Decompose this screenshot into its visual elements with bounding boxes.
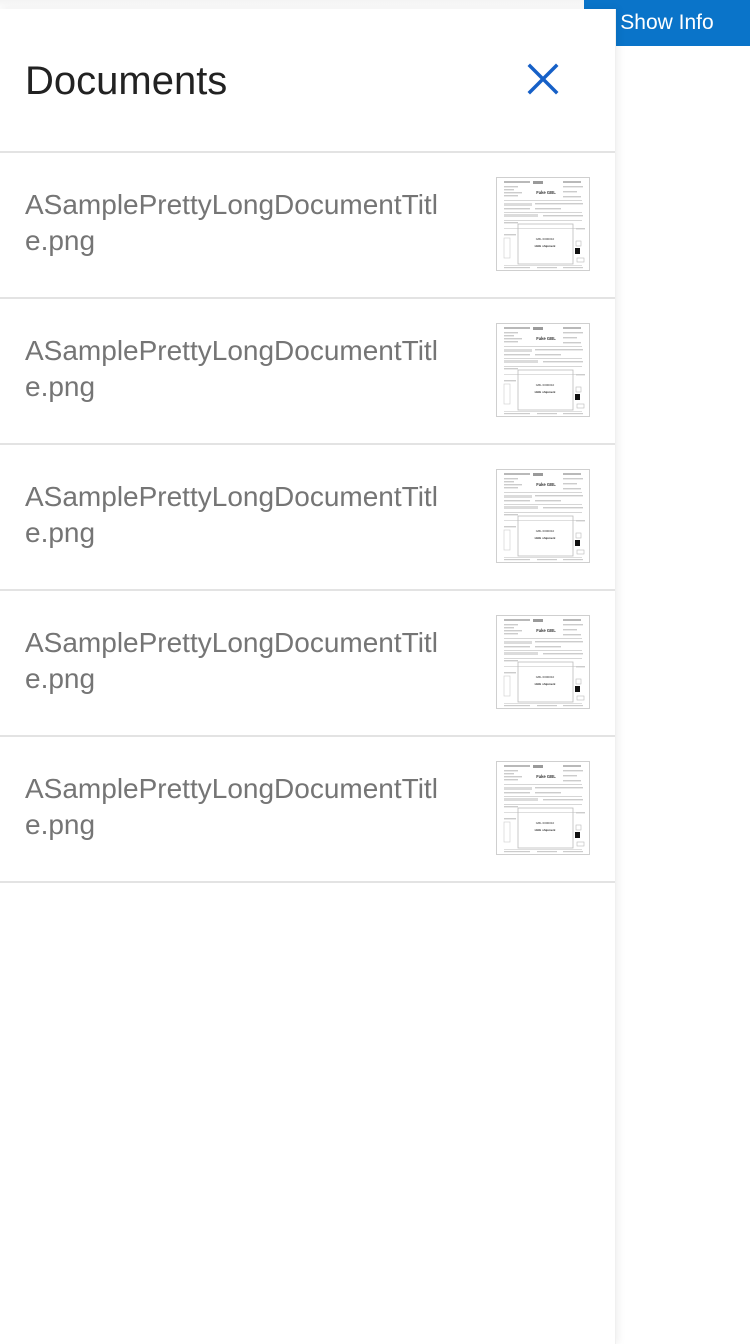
document-list-item[interactable]: ASamplePrettyLongDocumentTitle.png Fake …	[0, 299, 615, 445]
document-name: ASamplePrettyLongDocumentTitle.png	[25, 481, 438, 548]
document-list-item[interactable]: ASamplePrettyLongDocumentTitle.png Fake …	[0, 445, 615, 591]
document-thumbnail-image: Fake GBL GBL 0000010 HHG shipment	[497, 616, 589, 708]
document-thumbnail-image: Fake GBL GBL 0000010 HHG shipment	[497, 178, 589, 270]
close-icon	[527, 63, 559, 95]
thumbnail-status-text: HHG shipment	[535, 682, 556, 686]
document-thumbnail[interactable]: Fake GBL GBL 0000010 HHG shipment	[496, 615, 590, 709]
document-list-item[interactable]: ASamplePrettyLongDocumentTitle.png Fake …	[0, 153, 615, 299]
document-thumbnail[interactable]: Fake GBL GBL 0000010 HHG shipment	[496, 469, 590, 563]
thumbnail-title-text: Fake GBL	[536, 774, 556, 779]
thumbnail-status-text: HHG shipment	[535, 536, 556, 540]
thumbnail-title-text: Fake GBL	[536, 190, 556, 195]
thumbnail-status-text: HHG shipment	[535, 244, 556, 248]
document-list-item[interactable]: ASamplePrettyLongDocumentTitle.png Fake …	[0, 737, 615, 883]
thumbnail-id-text: GBL 0000010	[536, 383, 555, 387]
thumbnail-status-text: HHG shipment	[535, 828, 556, 832]
document-thumbnail[interactable]: Fake GBL GBL 0000010 HHG shipment	[496, 177, 590, 271]
thumbnail-id-text: GBL 0000010	[536, 821, 555, 825]
documents-panel-header: Documents	[0, 9, 615, 153]
documents-panel: Documents ASamplePrettyLongDocumentTitle…	[0, 9, 616, 1344]
document-name: ASamplePrettyLongDocumentTitle.png	[25, 627, 438, 694]
document-preview-area	[616, 46, 750, 1344]
document-viewer-page: Show Info Documents ASamplePrettyLongDoc…	[0, 0, 750, 1344]
document-thumbnail-image: Fake GBL GBL 0000010 HHG shipment	[497, 762, 589, 854]
document-thumbnail[interactable]: Fake GBL GBL 0000010 HHG shipment	[496, 761, 590, 855]
thumbnail-title-text: Fake GBL	[536, 336, 556, 341]
thumbnail-id-text: GBL 0000010	[536, 237, 555, 241]
document-thumbnail-image: Fake GBL GBL 0000010 HHG shipment	[497, 470, 589, 562]
document-list-item[interactable]: ASamplePrettyLongDocumentTitle.png Fake …	[0, 591, 615, 737]
document-name: ASamplePrettyLongDocumentTitle.png	[25, 335, 438, 402]
thumbnail-id-text: GBL 0000010	[536, 529, 555, 533]
thumbnail-title-text: Fake GBL	[536, 482, 556, 487]
document-thumbnail[interactable]: Fake GBL GBL 0000010 HHG shipment	[496, 323, 590, 417]
document-list: ASamplePrettyLongDocumentTitle.png Fake …	[0, 153, 615, 883]
document-name: ASamplePrettyLongDocumentTitle.png	[25, 189, 438, 256]
close-button[interactable]	[521, 57, 565, 101]
panel-title: Documents	[25, 59, 228, 103]
thumbnail-status-text: HHG shipment	[535, 390, 556, 394]
document-name: ASamplePrettyLongDocumentTitle.png	[25, 773, 438, 840]
thumbnail-id-text: GBL 0000010	[536, 675, 555, 679]
document-thumbnail-image: Fake GBL GBL 0000010 HHG shipment	[497, 324, 589, 416]
thumbnail-title-text: Fake GBL	[536, 628, 556, 633]
